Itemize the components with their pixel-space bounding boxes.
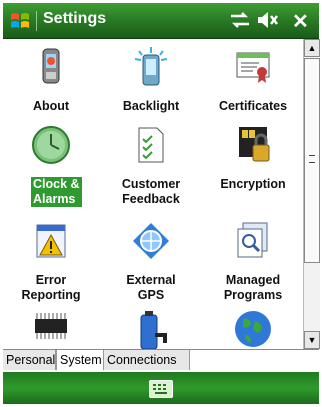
setting-power[interactable] [103, 309, 199, 349]
scroll-grip [309, 155, 315, 163]
vertical-scrollbar[interactable]: ▲ ▼ [303, 39, 320, 349]
backlight-icon [134, 47, 168, 86]
managed-programs-icon [237, 222, 268, 258]
setting-certificates[interactable]: Certificates [205, 47, 301, 117]
customer-feedback-icon [138, 127, 164, 163]
scroll-thumb[interactable] [304, 58, 320, 263]
error-reporting-icon [36, 224, 66, 258]
setting-label: About [32, 99, 70, 113]
certificates-icon [236, 52, 270, 83]
category-tabs: Personal System Connections [3, 349, 319, 372]
setting-label: Error Reporting [21, 273, 81, 302]
setting-clock-alarms[interactable]: Clock & Alarms [3, 125, 99, 207]
memory-chip-icon [35, 313, 67, 339]
setting-about[interactable]: About [3, 47, 99, 117]
setting-external-gps[interactable]: External GPS [103, 221, 199, 302]
tab-connections[interactable]: Connections [104, 350, 190, 370]
setting-label: Encryption [220, 177, 286, 191]
external-gps-icon [133, 223, 169, 259]
title-separator [36, 11, 37, 31]
close-icon[interactable]: ✕ [292, 9, 309, 34]
setting-backlight[interactable]: Backlight [103, 47, 199, 117]
tab-personal[interactable]: Personal [3, 350, 56, 370]
setting-label: External GPS [126, 273, 176, 302]
windows-start-icon[interactable] [9, 10, 31, 32]
setting-label: Customer Feedback [121, 177, 181, 206]
connectivity-icon[interactable] [229, 11, 251, 29]
keyboard-icon[interactable] [149, 380, 173, 398]
setting-regional[interactable] [205, 309, 301, 349]
setting-label: Backlight [122, 99, 180, 113]
settings-grid: About Backlight Certificates Clock & Ala… [3, 39, 303, 349]
setting-label: Certificates [218, 99, 288, 113]
encryption-icon [239, 127, 270, 162]
window-title: Settings [43, 10, 107, 27]
setting-encryption[interactable]: Encryption [205, 125, 301, 205]
title-bar: Settings ✕ [3, 3, 319, 39]
about-icon [42, 48, 60, 84]
setting-managed-programs[interactable]: Managed Programs [205, 221, 301, 302]
scroll-down-button[interactable]: ▼ [304, 331, 320, 349]
globe-icon [235, 311, 271, 347]
setting-label: Clock & Alarms [31, 177, 82, 207]
clock-icon [32, 126, 70, 164]
setting-customer-feedback[interactable]: Customer Feedback [103, 125, 199, 206]
battery-icon [140, 311, 167, 349]
volume-icon[interactable] [256, 11, 280, 29]
setting-memory[interactable] [3, 309, 99, 349]
setting-error-reporting[interactable]: Error Reporting [3, 221, 99, 302]
bottom-menu-bar [3, 372, 319, 404]
device-screen: Settings ✕ About Backlight Certificates … [0, 0, 322, 407]
scroll-up-button[interactable]: ▲ [304, 39, 320, 57]
tab-system[interactable]: System [56, 350, 104, 370]
setting-label: Managed Programs [223, 273, 283, 302]
